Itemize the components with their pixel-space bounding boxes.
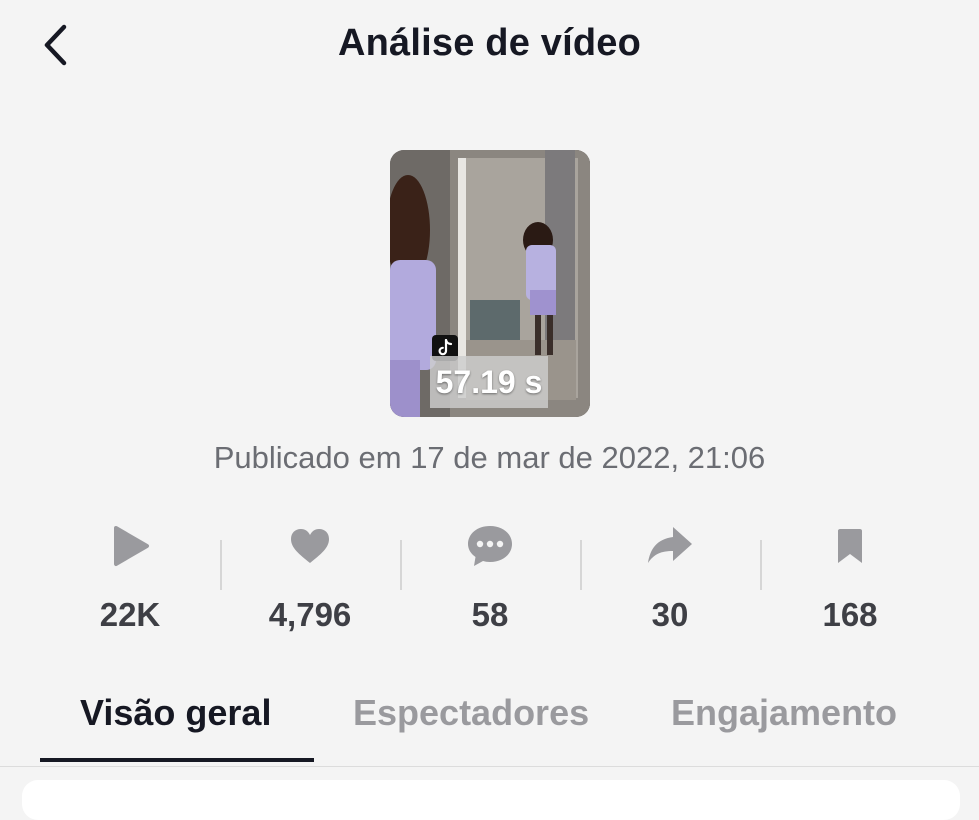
header: Análise de vídeo xyxy=(0,0,979,95)
comment-icon xyxy=(468,526,512,566)
content-card xyxy=(22,780,960,820)
page-title: Análise de vídeo xyxy=(337,22,642,64)
tab-engagement[interactable]: Engajamento xyxy=(671,692,897,734)
stat-likes-value: 4,796 xyxy=(268,596,352,633)
stat-shares[interactable]: 30 xyxy=(580,520,760,640)
stat-likes[interactable]: 4,796 xyxy=(220,520,400,640)
video-thumbnail[interactable]: 57.19 s xyxy=(390,150,590,417)
tab-viewers[interactable]: Espectadores xyxy=(353,692,589,734)
bookmark-icon xyxy=(838,529,862,563)
stat-comments[interactable]: 58 xyxy=(400,520,580,640)
stat-views-value: 22K xyxy=(99,596,161,633)
heart-icon xyxy=(291,529,329,563)
stat-divider xyxy=(580,540,582,590)
stat-shares-value: 30 xyxy=(651,596,689,633)
video-duration: 57.19 s xyxy=(430,356,548,408)
stat-saves-value: 168 xyxy=(822,596,878,633)
share-icon xyxy=(648,527,692,563)
tab-bar: Visão geral Espectadores Engajamento xyxy=(0,670,979,767)
stat-divider xyxy=(760,540,762,590)
stat-saves[interactable]: 168 xyxy=(760,520,940,640)
stat-divider xyxy=(400,540,402,590)
stats-row: 22K 4,796 58 30 168 xyxy=(40,520,940,640)
published-date: Publicado em 17 de mar de 2022, 21:06 xyxy=(213,440,766,475)
tab-active-indicator xyxy=(40,758,314,762)
stat-comments-value: 58 xyxy=(471,596,509,633)
stat-divider xyxy=(220,540,222,590)
stat-views[interactable]: 22K xyxy=(40,520,220,640)
tab-overview[interactable]: Visão geral xyxy=(80,692,271,734)
play-icon xyxy=(114,526,149,566)
